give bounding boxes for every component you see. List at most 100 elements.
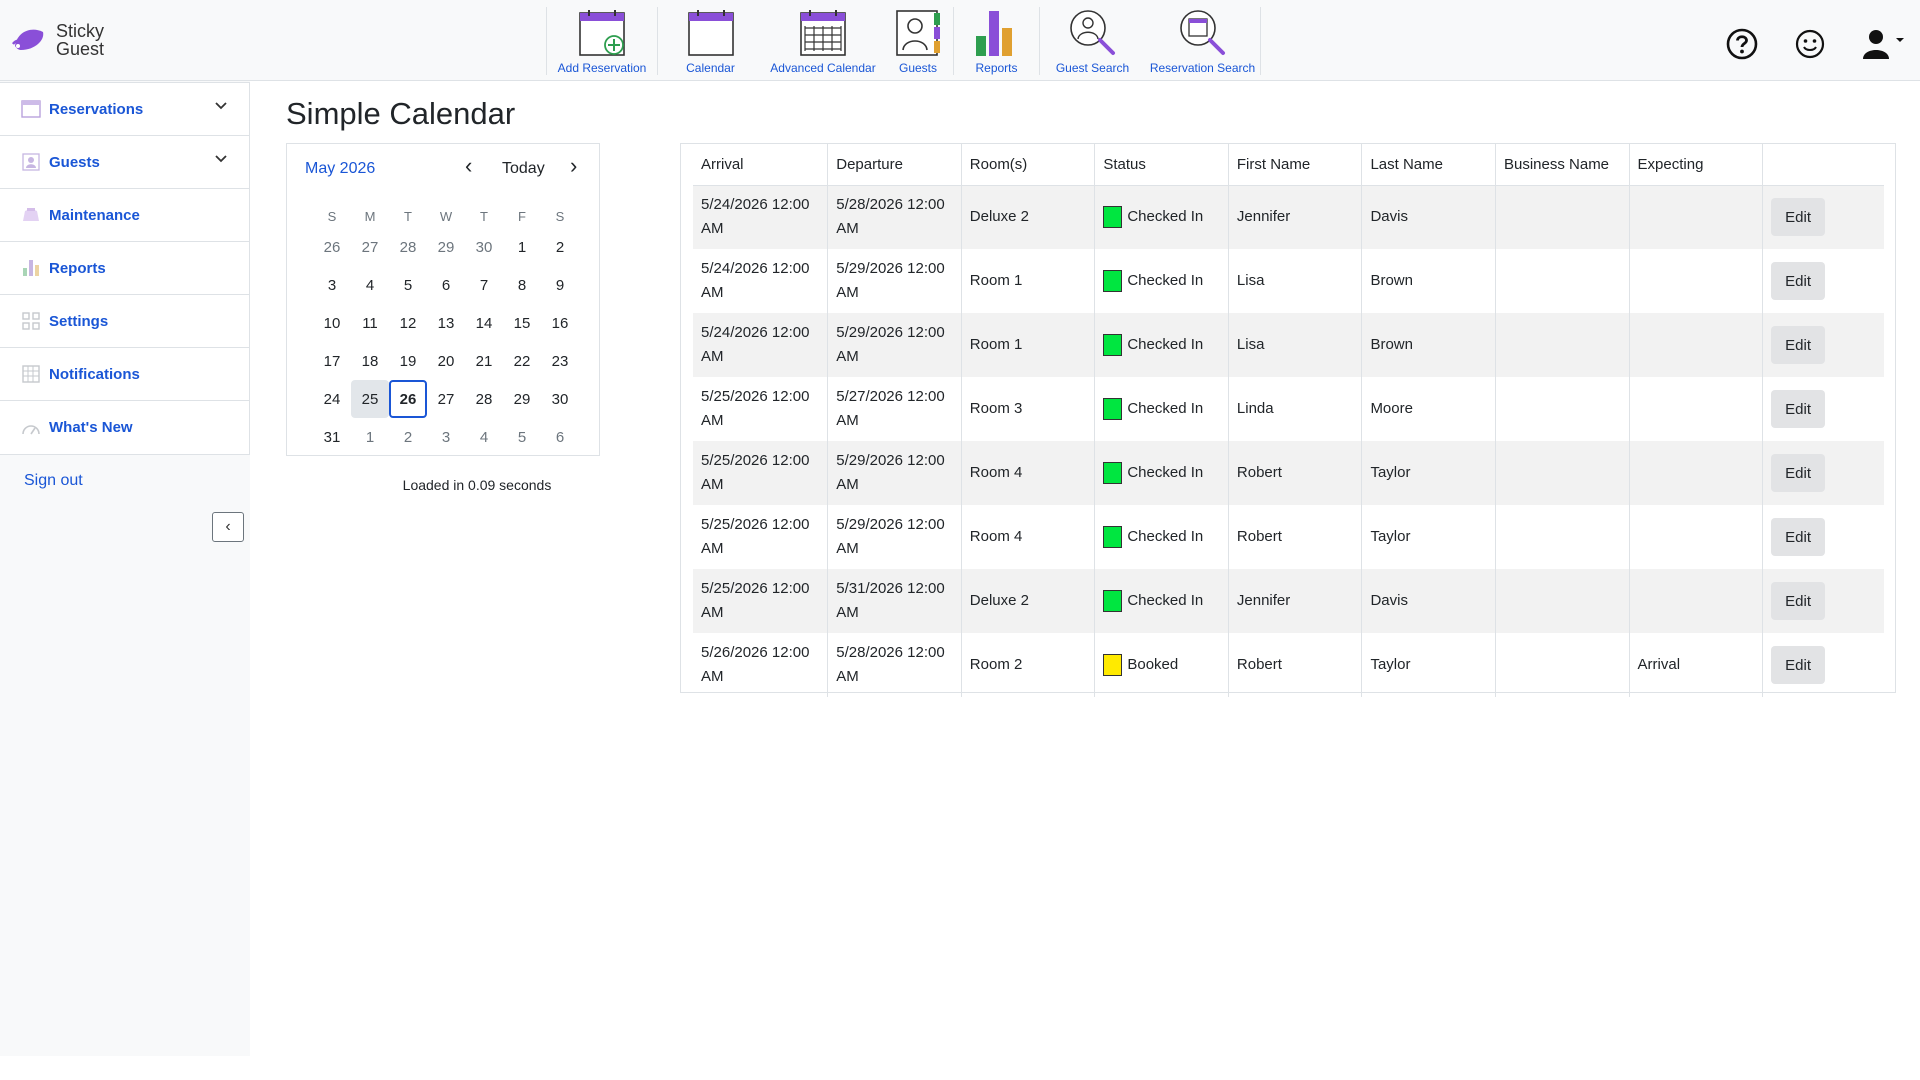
calendar-day[interactable]: 18 (351, 342, 389, 380)
calendar-icon (687, 10, 734, 56)
calendar-day[interactable]: 27 (351, 228, 389, 266)
toolbar-reports[interactable]: Reports (954, 7, 1039, 75)
toolbar-calendar[interactable]: Calendar (658, 7, 763, 75)
toolbar-label: Add Reservation (557, 61, 647, 75)
departure-cell: 5/27/2026 12:00 AM (827, 377, 962, 441)
calendar-day[interactable]: 15 (503, 304, 541, 342)
calendar-day[interactable]: 4 (351, 266, 389, 304)
arrival-cell: 5/25/2026 12:00 AM (701, 388, 810, 429)
sidebar-item-guests[interactable]: Guests (0, 136, 249, 189)
calendar-prev-button[interactable]: ‹ (465, 155, 472, 177)
calendar-next-button[interactable]: › (570, 155, 577, 177)
calendar-day[interactable]: 5 (503, 418, 541, 456)
column-header[interactable]: Expecting (1628, 144, 1763, 186)
sidebar-item-settings[interactable]: Settings (0, 295, 249, 348)
calendar-day[interactable]: 25 (351, 380, 389, 418)
calendar-day[interactable]: 6 (541, 418, 579, 456)
sidebar-item-reservations[interactable]: Reservations (0, 83, 249, 136)
edit-button[interactable]: Edit (1771, 646, 1826, 684)
brand-logo[interactable]: Sticky Guest (11, 22, 104, 58)
calendar-day[interactable]: 13 (427, 304, 465, 342)
edit-button[interactable]: Edit (1771, 518, 1826, 556)
calendar-day[interactable]: 3 (313, 266, 351, 304)
edit-button[interactable]: Edit (1771, 262, 1826, 300)
calendar-day[interactable]: 2 (389, 418, 427, 456)
status-color-swatch (1103, 526, 1123, 548)
last-cell: Taylor (1361, 505, 1496, 569)
user-menu-button[interactable] (1858, 24, 1908, 64)
calendar-day[interactable]: 4 (465, 418, 503, 456)
mini-calendar: May 2026 ‹ Today › S M T W T F S 26 27 28 29 30 1 2 3 4… (286, 143, 600, 456)
sidebar-item-label: Reservations (49, 100, 144, 118)
edit-button[interactable]: Edit (1771, 326, 1826, 364)
calendar-week-row: 3456789 (313, 266, 579, 304)
calendar-today-button[interactable]: Today (502, 160, 545, 178)
sidebar-item-notifications[interactable]: Notifications (0, 348, 249, 401)
calendar-day[interactable]: 16 (541, 304, 579, 342)
departure-cell: 5/29/2026 12:00 AM (827, 505, 962, 569)
calendar-day[interactable]: 1 (351, 418, 389, 456)
calendar-day[interactable]: 29 (427, 228, 465, 266)
calendar-day[interactable]: 23 (541, 342, 579, 380)
calendar-day[interactable]: 20 (427, 342, 465, 380)
toolbar-reservation-search[interactable]: Reservation Search (1145, 7, 1260, 75)
calendar-day[interactable]: 5 (389, 266, 427, 304)
calendar-day[interactable]: 1 (503, 228, 541, 266)
feedback-button[interactable] (1790, 24, 1830, 64)
calendar-day[interactable]: 6 (427, 266, 465, 304)
calendar-day[interactable]: 7 (465, 266, 503, 304)
sidebar-item-whats-new[interactable]: What's New (0, 401, 249, 454)
calendar-day[interactable]: 31 (313, 418, 351, 456)
sign-out-link[interactable]: Sign out (24, 472, 83, 490)
chevron-down-icon (215, 102, 227, 110)
toolbar-advanced-calendar[interactable]: Advanced Calendar (763, 7, 883, 75)
calendar-day[interactable]: 26 (313, 228, 351, 266)
business-cell (1494, 569, 1630, 633)
column-header[interactable]: Status (1094, 144, 1229, 186)
calendar-day[interactable]: 26 (389, 380, 427, 418)
calendar-day[interactable]: 12 (389, 304, 427, 342)
column-header[interactable]: First Name (1227, 144, 1362, 186)
weekday-label: T (404, 208, 412, 224)
calendar-day[interactable]: 9 (541, 266, 579, 304)
calendar-day[interactable]: 11 (351, 304, 389, 342)
edit-button[interactable]: Edit (1771, 582, 1826, 620)
calendar-day[interactable]: 19 (389, 342, 427, 380)
help-button[interactable] (1722, 24, 1762, 64)
calendar-day[interactable]: 27 (427, 380, 465, 418)
edit-button[interactable]: Edit (1771, 198, 1826, 237)
calendar-day[interactable]: 30 (541, 380, 579, 418)
calendar-day[interactable]: 29 (503, 380, 541, 418)
toolbar-label: Reports (975, 61, 1018, 75)
calendar-day[interactable]: 28 (465, 380, 503, 418)
calendar-day[interactable]: 8 (503, 266, 541, 304)
toolbar-add-reservation[interactable]: Add Reservation (547, 7, 657, 75)
column-header[interactable]: Business Name (1494, 144, 1630, 186)
table-row: 5/24/2026 12:00 AM 5/28/2026 12:00 AM Delu… (693, 185, 1884, 249)
calendar-day[interactable]: 21 (465, 342, 503, 380)
calendar-day[interactable]: 30 (465, 228, 503, 266)
calendar-day[interactable]: 2 (541, 228, 579, 266)
weekday-label: W (439, 208, 453, 224)
column-header[interactable] (1762, 144, 1884, 186)
calendar-day[interactable]: 28 (389, 228, 427, 266)
edit-button[interactable]: Edit (1771, 454, 1826, 492)
calendar-day[interactable]: 14 (465, 304, 503, 342)
calendar-day[interactable]: 3 (427, 418, 465, 456)
toolbar-guests[interactable]: Guests (883, 7, 953, 75)
column-header[interactable]: Departure (827, 144, 962, 186)
calendar-day[interactable]: 17 (313, 342, 351, 380)
column-header[interactable]: Arrival (693, 144, 828, 186)
collapse-sidebar-button[interactable]: ‹ (212, 512, 244, 542)
calendar-day[interactable]: 10 (313, 304, 351, 342)
calendar-month-label[interactable]: May 2026 (305, 160, 375, 178)
calendar-day[interactable]: 22 (503, 342, 541, 380)
sidebar-item-maintenance[interactable]: Maintenance (0, 189, 249, 242)
edit-button[interactable]: Edit (1771, 390, 1826, 428)
column-header[interactable]: Last Name (1361, 144, 1496, 186)
sidebar-item-reports[interactable]: Reports (0, 242, 249, 295)
weekday-label: T (480, 208, 488, 224)
toolbar-guest-search[interactable]: Guest Search (1040, 7, 1145, 75)
column-header[interactable]: Room(s) (960, 144, 1095, 186)
calendar-day[interactable]: 24 (313, 380, 351, 418)
